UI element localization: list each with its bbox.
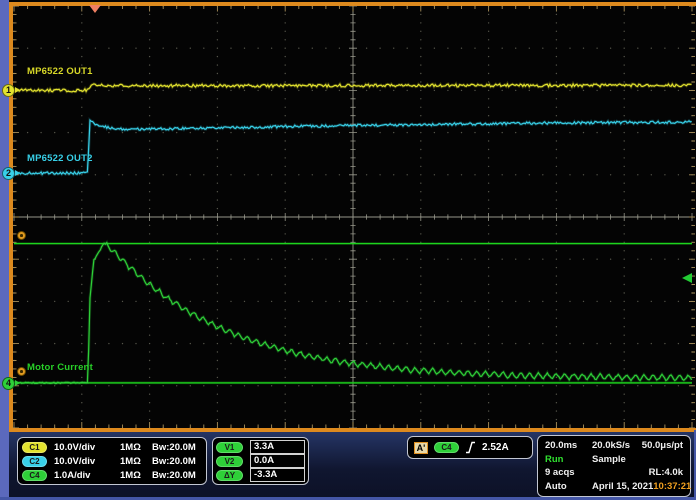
waveform-plot bbox=[0, 0, 696, 432]
run-status: Run bbox=[545, 454, 592, 465]
channel-row-c2[interactable]: C2 10.0V/div 1MΩ Bw:20.0M bbox=[22, 456, 202, 467]
rising-edge-icon bbox=[465, 441, 476, 454]
acq-row-timebase: 20.0ms 20.0kS/s 50.0μs/pt bbox=[545, 440, 683, 451]
ch1-reference-arrow-icon bbox=[15, 87, 20, 93]
cursor-row-delta: ΔY -3.3A bbox=[216, 468, 305, 482]
v1-badge[interactable]: V1 bbox=[216, 442, 243, 453]
cursor-v2-handle[interactable] bbox=[17, 367, 26, 376]
ch4-badge[interactable]: C4 bbox=[22, 470, 47, 481]
trace-label-ch2: MP6522 OUT2 bbox=[27, 153, 93, 164]
date-label: April 15, 2021 bbox=[592, 481, 653, 492]
cursor-readout-box[interactable]: V1 3.3A V2 0.0A ΔY -3.3A bbox=[212, 437, 309, 485]
ch1-bandwidth: Bw:20.0M bbox=[152, 442, 202, 453]
cursor-row-v2: V2 0.0A bbox=[216, 454, 305, 468]
timebase-value: 20.0ms bbox=[545, 440, 592, 451]
delta-y-value: -3.3A bbox=[250, 468, 305, 482]
delta-y-badge[interactable]: ΔY bbox=[216, 470, 243, 481]
channel-settings-box[interactable]: C1 10.0V/div 1MΩ Bw:20.0M C2 10.0V/div 1… bbox=[17, 437, 207, 485]
acq-row-datetime: Auto April 15, 2021 10:37:21 bbox=[545, 481, 683, 492]
v2-value: 0.0A bbox=[250, 454, 305, 468]
trigger-position-marker-icon[interactable] bbox=[89, 5, 101, 13]
oscilloscope-screen: MP6522 OUT1 MP6522 OUT2 Motor Current 1 … bbox=[0, 0, 696, 500]
cursor-row-v1: V1 3.3A bbox=[216, 440, 305, 454]
v2-badge[interactable]: V2 bbox=[216, 456, 243, 467]
ch2-reference-arrow-icon bbox=[15, 170, 20, 176]
trigger-source-badge[interactable]: C4 bbox=[434, 442, 459, 453]
graticule-frame-top bbox=[8, 2, 696, 6]
acq-row-count: 9 acqs RL:4.0k bbox=[545, 467, 683, 478]
graticule-frame-left bbox=[9, 2, 13, 432]
ch2-reference-marker[interactable]: 2 bbox=[2, 167, 15, 180]
v1-value: 3.3A bbox=[250, 440, 305, 454]
acquisition-count: 9 acqs bbox=[545, 467, 592, 478]
ch1-scale: 10.0V/div bbox=[54, 442, 120, 453]
window-left-border bbox=[0, 0, 9, 500]
ch1-badge[interactable]: C1 bbox=[22, 442, 47, 453]
ch1-reference-marker[interactable]: 1 bbox=[2, 84, 15, 97]
trace-label-ch4: Motor Current bbox=[27, 362, 93, 373]
acquisition-info-box[interactable]: 20.0ms 20.0kS/s 50.0μs/pt Run Sample 9 a… bbox=[537, 435, 691, 497]
status-bar: C1 10.0V/div 1MΩ Bw:20.0M C2 10.0V/div 1… bbox=[9, 432, 696, 500]
channel-row-c1[interactable]: C1 10.0V/div 1MΩ Bw:20.0M bbox=[22, 442, 202, 453]
trace-label-ch1: MP6522 OUT1 bbox=[27, 66, 93, 77]
trigger-mode: Auto bbox=[545, 481, 592, 492]
ch4-reference-marker[interactable]: 4 bbox=[2, 377, 15, 390]
ch1-impedance: 1MΩ bbox=[120, 442, 152, 453]
ch2-impedance: 1MΩ bbox=[120, 456, 152, 467]
trigger-settings-box[interactable]: A' C4 2.52A bbox=[407, 436, 533, 459]
clock: 10:37:21 bbox=[653, 481, 691, 492]
ch2-badge[interactable]: C2 bbox=[22, 456, 47, 467]
ch2-scale: 10.0V/div bbox=[54, 456, 120, 467]
trigger-a-badge: A' bbox=[414, 442, 428, 454]
ch4-reference-arrow-icon bbox=[15, 380, 20, 386]
record-length: RL:4.0k bbox=[649, 467, 683, 478]
sample-rate-value: 20.0kS/s bbox=[592, 440, 630, 451]
ch4-bandwidth: Bw:20.0M bbox=[152, 470, 202, 481]
ch4-impedance: 1MΩ bbox=[120, 470, 152, 481]
trigger-level-arrow-icon[interactable] bbox=[682, 273, 692, 283]
resolution-value: 50.0μs/pt bbox=[642, 440, 683, 451]
acq-row-state: Run Sample bbox=[545, 454, 683, 465]
ch4-scale: 1.0A/div bbox=[54, 470, 120, 481]
ch2-bandwidth: Bw:20.0M bbox=[152, 456, 202, 467]
cursor-v1-handle[interactable] bbox=[17, 231, 26, 240]
channel-row-c4[interactable]: C4 1.0A/div 1MΩ Bw:20.0M bbox=[22, 470, 202, 481]
trigger-level-value: 2.52A bbox=[482, 442, 509, 453]
acquisition-mode: Sample bbox=[592, 454, 626, 465]
